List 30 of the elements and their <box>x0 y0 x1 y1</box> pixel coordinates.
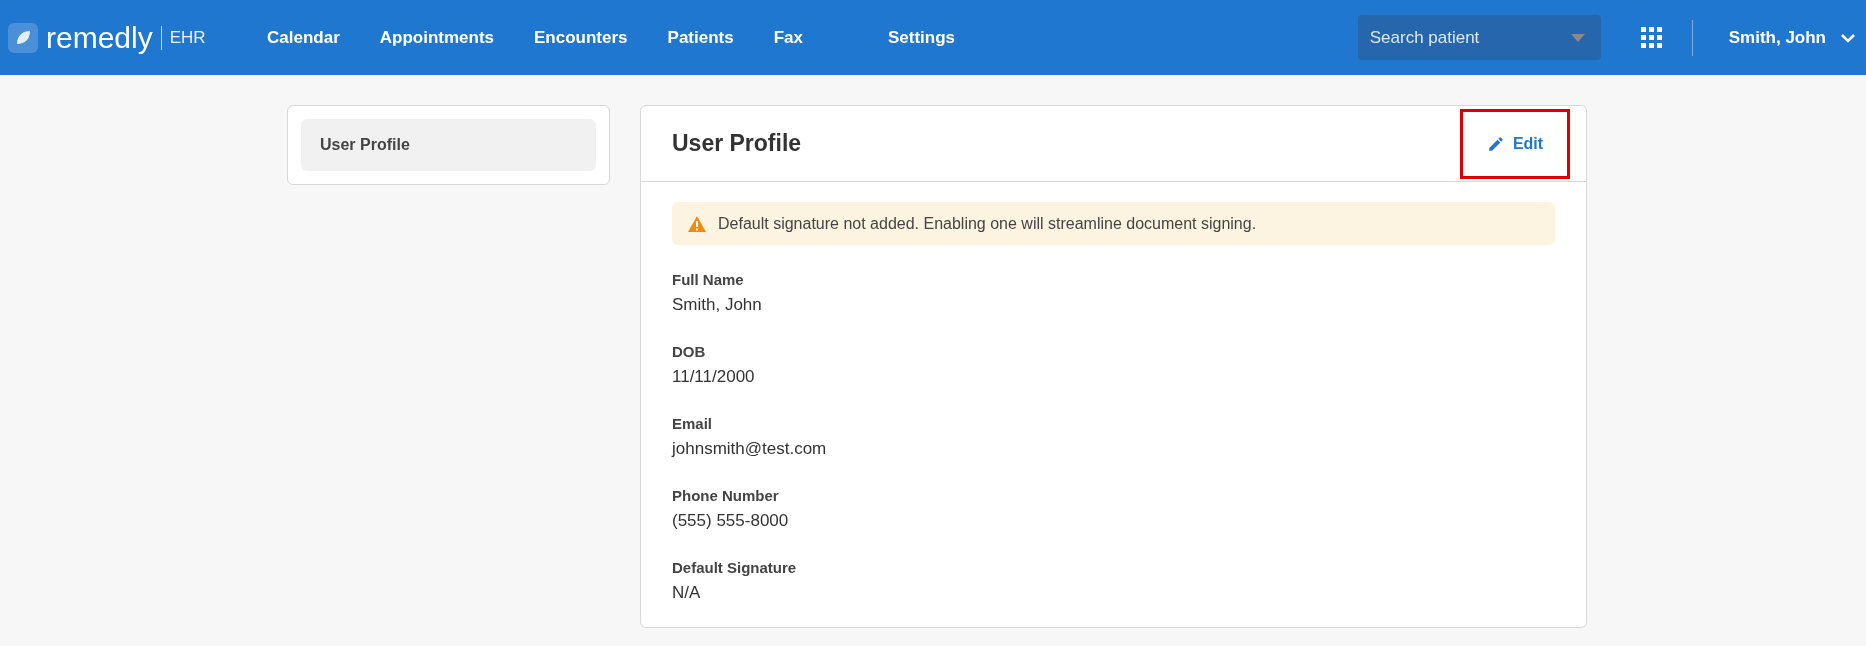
apps-grid-icon[interactable] <box>1640 27 1662 48</box>
field-label: Email <box>672 415 714 434</box>
sidebar-item[interactable]: User Profile <box>301 119 596 171</box>
nav-link[interactable]: Fax <box>773 24 803 51</box>
field-label: DOB <box>672 343 707 362</box>
field-value: Smith, John <box>672 293 763 315</box>
nav-link[interactable]: Patients <box>667 24 734 51</box>
field-value: 11/11/2000 <box>672 365 756 387</box>
product-label: EHR <box>169 26 206 49</box>
field-label: Full Name <box>672 271 745 290</box>
field-value: johnsmith@test.com <box>672 437 828 459</box>
field-label: Phone Number <box>672 487 780 506</box>
user-menu-button[interactable]: Smith, John <box>1728 24 1856 51</box>
leaf-logo-icon <box>8 22 38 53</box>
warning-icon <box>688 215 706 232</box>
field-value: (555) 555-8000 <box>672 509 790 531</box>
nav-link[interactable]: Calendar <box>267 24 340 51</box>
pencil-icon <box>1486 134 1505 153</box>
nav-link[interactable]: Appointments <box>379 24 495 51</box>
card-title: User Profile <box>672 129 802 159</box>
chevron-down-icon <box>1840 32 1856 43</box>
field-value: N/A <box>672 581 702 603</box>
dropdown-caret-icon <box>1570 34 1585 42</box>
brand-name: remedly <box>46 22 153 53</box>
nav-link[interactable]: Encounters <box>534 24 628 51</box>
nav-link[interactable]: Settings <box>888 24 956 51</box>
highlighted-edit-button[interactable]: Edit <box>1460 108 1570 179</box>
field-label: Default Signature <box>672 559 798 578</box>
alert-message: Default signature not added. Enabling one will streamline document signing. <box>718 213 1257 234</box>
search-patient-field[interactable]: Search patient <box>1357 15 1601 60</box>
